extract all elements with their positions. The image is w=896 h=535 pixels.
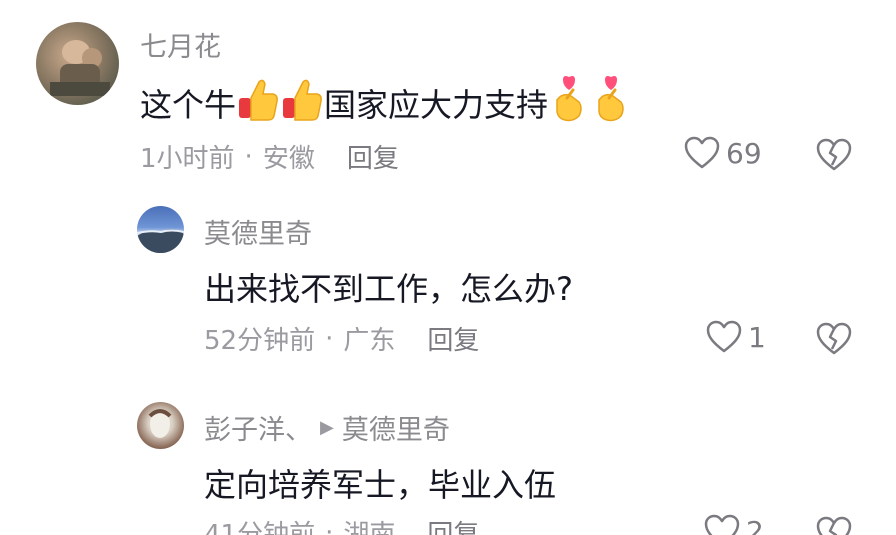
reply-to-author[interactable]: 莫德里奇 <box>342 408 450 447</box>
comment-text: 出来找不到工作，怎么办? <box>204 270 573 308</box>
like-count: 1 <box>748 320 766 354</box>
dislike-button[interactable] <box>816 138 852 176</box>
comment-time: 41分钟前 <box>204 520 316 535</box>
dislike-button[interactable] <box>816 516 852 535</box>
heart-outline-icon <box>704 514 740 535</box>
comment-location: 广东 <box>343 326 396 356</box>
thumbs-up-icon <box>237 76 279 130</box>
avatar[interactable] <box>36 22 119 105</box>
comment-location: 湖南 <box>343 520 396 535</box>
comment-author[interactable]: 彭子洋、 <box>204 408 312 447</box>
like-button[interactable]: 1 <box>706 320 766 354</box>
heart-outline-icon <box>684 136 720 169</box>
avatar[interactable] <box>137 402 184 449</box>
separator-dot: · <box>325 323 334 354</box>
like-count: 2 <box>746 514 764 535</box>
comment-meta: 52分钟前 · 广东 回复 <box>204 320 479 357</box>
heart-outline-icon <box>706 320 742 353</box>
comment-meta: 41分钟前 · 湖南 回复 <box>204 514 479 535</box>
like-button[interactable]: 2 <box>704 514 764 535</box>
comment-thread: 七月花 这个牛 国家应大力支持 1小时前 · 安徽 回复 69 莫德里奇 出来找… <box>0 0 896 535</box>
reply-button[interactable]: 回复 <box>427 514 479 535</box>
comment-time: 52分钟前 <box>204 326 316 356</box>
comment-meta: 1小时前 · 安徽 回复 <box>140 138 399 175</box>
comment-text-part2: 国家应大力支持 <box>324 86 549 124</box>
avatar-photo-icon <box>50 40 110 96</box>
comment-author[interactable]: 七月花 <box>140 25 221 64</box>
finger-heart-icon <box>549 74 589 132</box>
reply-button[interactable]: 回复 <box>427 320 479 357</box>
like-count: 69 <box>726 136 762 170</box>
broken-heart-icon <box>816 322 852 355</box>
comment-text-part1: 这个牛 <box>140 86 237 124</box>
thumbs-up-icon <box>281 76 323 130</box>
broken-heart-icon <box>816 516 852 535</box>
dislike-button[interactable] <box>816 322 852 360</box>
comment-text: 这个牛 国家应大力支持 <box>140 74 632 132</box>
like-button[interactable]: 69 <box>684 136 762 170</box>
avatar[interactable] <box>137 206 184 253</box>
comment-location: 安徽 <box>262 144 315 174</box>
avatar-photo-icon <box>137 229 184 253</box>
comment-time: 1小时前 <box>140 144 235 174</box>
broken-heart-icon <box>816 138 852 171</box>
finger-heart-icon <box>591 74 631 132</box>
separator-dot: · <box>244 141 253 172</box>
avatar-photo-icon <box>148 409 172 438</box>
separator-dot: · <box>325 517 334 535</box>
comment-text: 定向培养军士，毕业入伍 <box>204 466 557 504</box>
comment-author[interactable]: 莫德里奇 <box>204 212 312 251</box>
reply-button[interactable]: 回复 <box>347 138 399 175</box>
comment-author-row: 彭子洋、 ▶ 莫德里奇 <box>204 408 450 447</box>
reply-arrow-icon: ▶ <box>320 417 334 438</box>
